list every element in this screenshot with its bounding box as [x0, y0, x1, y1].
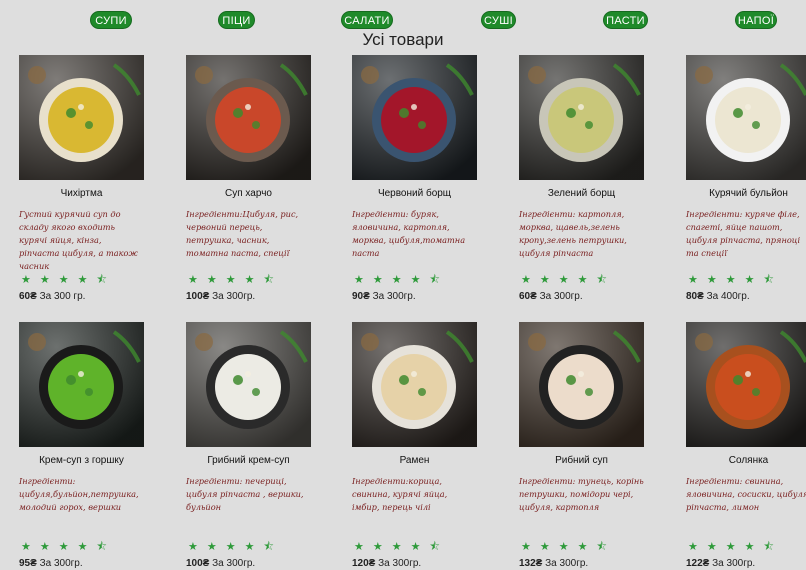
- price-weight: За 300гр.: [39, 558, 83, 569]
- product-photo[interactable]: [519, 322, 644, 447]
- product-description: Інгредієнти:корица, свинина, курячі яйца…: [352, 476, 448, 512]
- product-price: 95₴ За 300гр.: [19, 558, 83, 569]
- product-price: 122₴ За 300гр.: [686, 558, 755, 569]
- product-photo[interactable]: [686, 322, 806, 447]
- product-description: Інгредієнти:Цибуля, рис, червоний перець…: [186, 209, 299, 258]
- price-value: 60₴: [519, 291, 537, 302]
- product-card[interactable]: Рамен Інгредієнти:корица, свинина, куряч…: [352, 322, 512, 570]
- product-photo[interactable]: [186, 55, 311, 180]
- price-weight: За 300гр.: [539, 291, 583, 302]
- product-description: Густий курячий суп до складу якого входи…: [19, 209, 138, 271]
- rating-stars: ★★★★⯪: [521, 540, 616, 553]
- product-photo[interactable]: [352, 322, 477, 447]
- nav-pizza-button[interactable]: ПІЦИ: [218, 11, 255, 29]
- product-price: 80₴ За 400гр.: [686, 291, 750, 302]
- product-photo[interactable]: [19, 55, 144, 180]
- product-card[interactable]: Суп харчо Інгредієнти:Цибуля, рис, черво…: [186, 55, 346, 310]
- product-name[interactable]: Чихіртма: [19, 188, 144, 199]
- price-value: 60₴: [19, 291, 37, 302]
- product-photo[interactable]: [352, 55, 477, 180]
- rating-stars: ★★★★⯪: [354, 540, 449, 553]
- price-weight: За 400гр.: [706, 291, 750, 302]
- rating-stars: ★★★★⯪: [21, 540, 116, 553]
- price-value: 120₴: [352, 558, 376, 569]
- product-name[interactable]: Грибний крем-суп: [186, 455, 311, 466]
- rating-stars: ★★★★⯪: [21, 273, 116, 286]
- product-name[interactable]: Суп харчо: [186, 188, 311, 199]
- product-card[interactable]: Грибний крем-суп Інгредієнти: печериці, …: [186, 322, 346, 570]
- product-name[interactable]: Зелений борщ: [519, 188, 644, 199]
- product-price: 60₴ За 300 гр.: [19, 291, 85, 302]
- price-value: 90₴: [352, 291, 370, 302]
- page-title: Усі товари: [362, 30, 444, 49]
- product-name[interactable]: Солянка: [686, 455, 806, 466]
- product-name[interactable]: Крем-суп з горшку: [19, 455, 144, 466]
- price-value: 100₴: [186, 558, 210, 569]
- rating-stars: ★★★★⯪: [188, 540, 283, 553]
- price-weight: За 300гр.: [712, 558, 756, 569]
- product-price: 90₴ За 300гр.: [352, 291, 416, 302]
- rating-stars: ★★★★⯪: [521, 273, 616, 286]
- product-name[interactable]: Курячий бульйон: [686, 188, 806, 199]
- nav-pasta-button[interactable]: ПАСТИ: [603, 11, 648, 29]
- product-price: 100₴ За 300гр.: [186, 291, 255, 302]
- product-price: 132₴ За 300гр.: [519, 558, 588, 569]
- price-value: 122₴: [686, 558, 710, 569]
- product-description: Інгредієнти: картопля, морква, щавель,зе…: [519, 209, 627, 258]
- product-name[interactable]: Рибний суп: [519, 455, 644, 466]
- rating-stars: ★★★★⯪: [688, 273, 783, 286]
- price-weight: За 300гр.: [372, 291, 416, 302]
- product-description: Інгредієнти: буряк, яловичина, картопля,…: [352, 209, 466, 258]
- price-weight: За 300гр.: [378, 558, 422, 569]
- product-card[interactable]: Крем-суп з горшку Інгредієнти: цибуля,бу…: [19, 322, 179, 570]
- product-card[interactable]: Рибний суп Інгредієнти: тунець, корінь п…: [519, 322, 679, 570]
- product-description: Інгредієнти: куряче філе, спагеті, яйце …: [686, 209, 801, 258]
- product-description: Інгредієнти: свинина, яловичина, сосиски…: [686, 476, 806, 512]
- product-photo[interactable]: [186, 322, 311, 447]
- nav-soups-button[interactable]: СУПИ: [90, 11, 132, 29]
- nav-salads-button[interactable]: САЛАТИ: [341, 11, 393, 29]
- product-card[interactable]: Курячий бульйон Інгредієнти: куряче філе…: [686, 55, 806, 310]
- price-value: 132₴: [519, 558, 543, 569]
- product-price: 60₴ За 300гр.: [519, 291, 583, 302]
- product-description: Інгредієнти: цибуля,бульйон,петрушка, мо…: [19, 476, 139, 512]
- rating-stars: ★★★★⯪: [354, 273, 449, 286]
- rating-stars: ★★★★⯪: [188, 273, 283, 286]
- product-photo[interactable]: [519, 55, 644, 180]
- price-weight: За 300гр.: [212, 558, 256, 569]
- product-name[interactable]: Червоний борщ: [352, 188, 477, 199]
- product-photo[interactable]: [686, 55, 806, 180]
- product-photo[interactable]: [19, 322, 144, 447]
- product-description: Інгредієнти: печериці, цибуля ріпчаста ,…: [186, 476, 304, 512]
- rating-stars: ★★★★⯪: [688, 540, 783, 553]
- product-price: 100₴ За 300гр.: [186, 558, 255, 569]
- product-card[interactable]: Солянка Інгредієнти: свинина, яловичина,…: [686, 322, 806, 570]
- product-card[interactable]: Червоний борщ Інгредієнти: буряк, ялович…: [352, 55, 512, 310]
- product-price: 120₴ За 300гр.: [352, 558, 421, 569]
- nav-sushi-button[interactable]: СУШІ: [481, 11, 516, 29]
- price-weight: За 300гр.: [545, 558, 589, 569]
- price-weight: За 300гр.: [212, 291, 256, 302]
- nav-drinks-button[interactable]: НАПОЇ: [735, 11, 777, 29]
- product-card[interactable]: Чихіртма Густий курячий суп до складу як…: [19, 55, 179, 310]
- price-weight: За 300 гр.: [39, 291, 86, 302]
- price-value: 95₴: [19, 558, 37, 569]
- price-value: 100₴: [186, 291, 210, 302]
- product-description: Інгредієнти: тунець, корінь петрушки, по…: [519, 476, 644, 512]
- product-card[interactable]: Зелений борщ Інгредієнти: картопля, морк…: [519, 55, 679, 310]
- category-nav: СУПИ ПІЦИ САЛАТИ СУШІ ПАСТИ НАПОЇ: [0, 11, 806, 31]
- product-name[interactable]: Рамен: [352, 455, 477, 466]
- price-value: 80₴: [686, 291, 704, 302]
